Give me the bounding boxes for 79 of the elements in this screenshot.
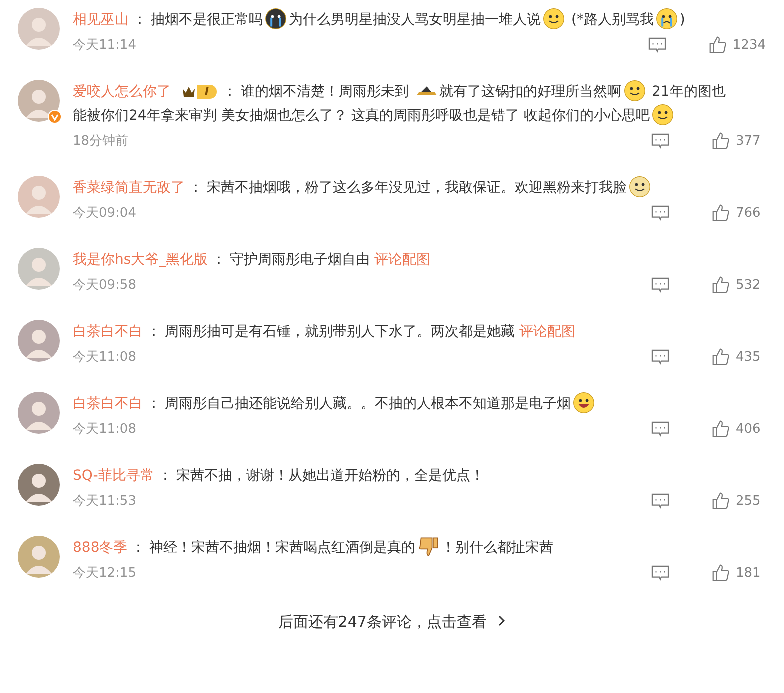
comment-text: ！别什么都扯宋茜 [442,540,554,556]
thumbs-up-icon [708,36,727,54]
comment-text: 周雨彤抽可是有石锤，就别带别人下水了。两次都是她藏 [165,324,516,340]
thumbs-down-icon [418,536,440,558]
avatar[interactable] [18,392,60,434]
username-link[interactable]: 白茶白不白 [73,324,143,340]
like-button[interactable]: 1234 [708,36,766,54]
like-button[interactable]: 255 [712,492,766,510]
comment-time: 今天11:08 [73,421,136,438]
username-link[interactable]: 相见巫山 [73,12,129,28]
comment-icon[interactable] [651,276,670,294]
laughing-face-icon [573,392,595,414]
thumbs-up-icon [712,204,730,222]
like-button[interactable]: 435 [712,348,766,366]
comment-time: 今天11:53 [73,493,136,510]
comment-time: 今天12:15 [73,565,136,582]
thumbs-up-icon [712,564,730,582]
colon-separator: ： [189,180,203,196]
comment-image-link[interactable]: 评论配图 [374,252,431,268]
comment-text: 守护周雨彤电子烟自由 [230,252,372,268]
comment-text: 宋茜不抽，谢谢！从她出道开始粉的，全是优点！ [176,468,484,484]
like-button[interactable]: 406 [712,420,766,438]
smiling-face-icon [624,80,646,102]
colon-separator: ： [147,324,161,340]
comment-text: 谁的烟不清楚！周雨彤未到 [241,84,410,100]
comment-text: 21年的图也 [650,84,726,100]
comment-icon[interactable] [651,132,670,150]
like-button[interactable]: 532 [712,276,766,294]
colon-separator: ： [212,252,226,268]
colon-separator: ： [132,540,146,556]
username-link[interactable]: SQ-菲比寻常 [73,468,154,484]
comment-text: 神经！宋茜不抽烟！宋茜喝点红酒倒是真的 [150,540,416,556]
thumbs-up-icon [712,492,730,510]
comment-text: ) [680,12,686,28]
username-link[interactable]: 我是你hs大爷_黑化版 [73,252,208,268]
comment-image-link[interactable]: 评论配图 [519,324,576,340]
comment-icon[interactable] [651,420,670,438]
avatar[interactable] [18,464,60,506]
avatar[interactable] [18,80,60,122]
comment-time: 18分钟前 [73,133,129,150]
comment-icon[interactable] [651,204,670,222]
colon-separator: ： [133,12,147,28]
comment-time: 今天09:04 [73,205,136,222]
more-comments-link[interactable]: 后面还有247条评论，点击查看 [278,613,506,631]
colon-separator: ： [147,396,161,412]
smiling-face-icon [652,104,674,126]
comment-text: 为什么男明星抽没人骂女明星抽一堆人说 [289,12,541,28]
level-badge: I [181,84,218,100]
username-link[interactable]: 爱咬人怎么你了 [73,84,171,100]
crying-face-icon [265,8,287,30]
like-button[interactable]: 766 [712,204,766,222]
thumbs-up-icon [712,276,730,294]
comment-icon[interactable] [651,564,670,582]
username-link[interactable]: 888冬季 [73,540,128,556]
smiling-face-icon [543,8,565,30]
crying-face-icon [656,8,678,30]
comment-text: 周雨彤自己抽还能说给别人藏。。不抽的人根本不知道那是电子烟 [165,396,571,412]
comment-icon[interactable] [651,348,670,366]
comment-icon[interactable] [648,36,667,54]
thumbs-up-icon [712,420,730,438]
comment-time: 今天11:08 [73,349,136,366]
thumbs-up-icon [712,348,730,366]
comment-icon[interactable] [651,492,670,510]
comment-text: 宋茜不抽烟哦，粉了这么多年没见过，我敢保证。欢迎黑粉来打我脸 [207,180,627,196]
comment-text: (*路人别骂我 [570,12,654,28]
comment-time: 今天09:58 [73,277,136,294]
comment-text: 就有了这锅扣的好理所当然啊 [440,84,622,100]
chevron-right-icon [498,615,506,627]
comment-text: 抽烟不是很正常吗 [151,12,263,28]
colon-separator: ： [223,84,238,100]
username-link[interactable]: 白茶白不白 [73,396,143,412]
like-button[interactable]: 181 [712,564,766,582]
comment-time: 今天11:14 [73,37,136,54]
avatar[interactable] [18,320,60,362]
like-button[interactable]: 377 [712,132,766,150]
thumbs-up-icon [712,132,730,150]
username-link[interactable]: 香菜绿简直无敌了 [73,180,185,196]
colon-separator: ： [158,468,172,484]
comment-text: 能被你们24年拿来审判 美女抽烟也怎么了？ 这真的周雨彤呼吸也是错了 收起你们的小心思吧 [73,108,650,124]
